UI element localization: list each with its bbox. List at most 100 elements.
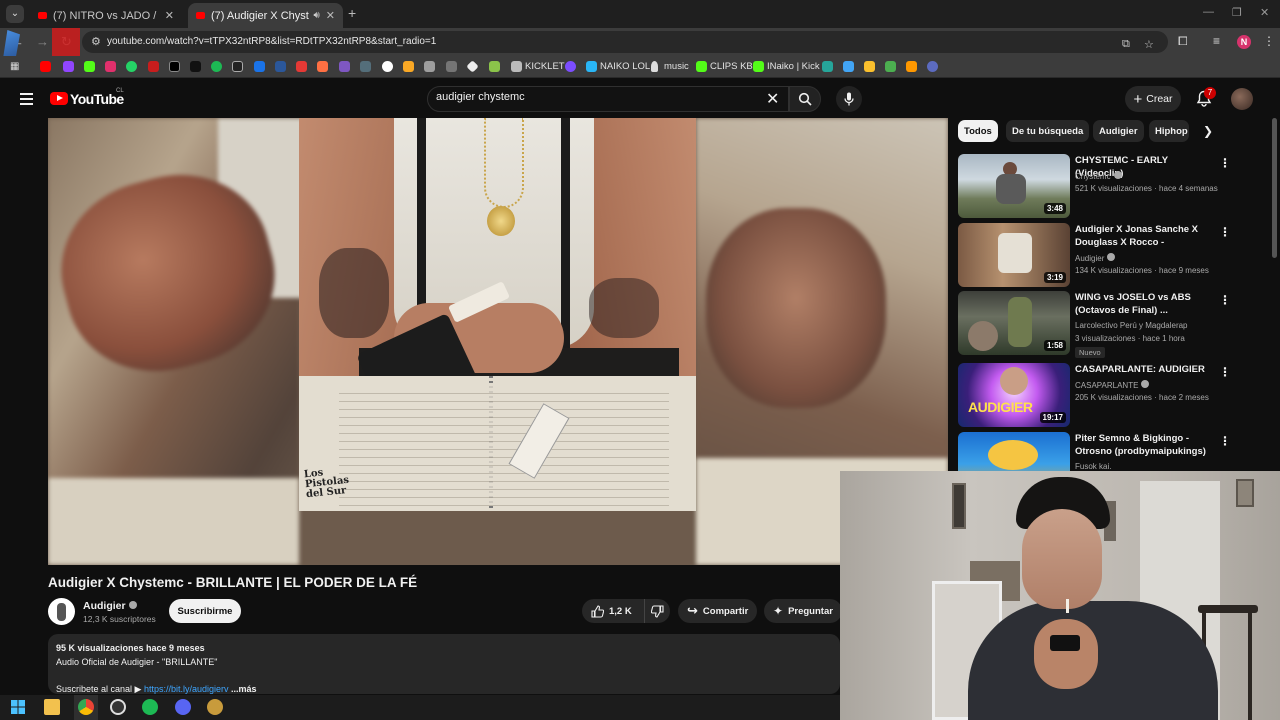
bookmark-icon[interactable] [296, 61, 307, 72]
forward-icon[interactable]: → [36, 34, 49, 49]
bookmark-icon[interactable] [466, 60, 479, 73]
video-player[interactable]: Los Pistolas del Sur [48, 118, 948, 565]
bookmark-icon[interactable] [906, 61, 917, 72]
address-bar[interactable]: ⚙ youtube.com/watch?v=tTPX32ntRP8&list=R… [82, 31, 1168, 53]
chip-todos[interactable]: Todos [958, 120, 998, 142]
bookmark-icon[interactable] [864, 61, 875, 72]
close-tab-icon[interactable]: ✕ [165, 9, 174, 22]
recommended-title[interactable]: WING vs JOSELO vs ABS (Octavos de Final)… [1075, 291, 1215, 317]
more-actions-icon[interactable]: ⋮ [1219, 225, 1231, 239]
whatsapp-bookmark-icon[interactable] [126, 61, 137, 72]
recommended-channel-name[interactable]: CASAPARLANTE [1075, 381, 1138, 390]
recommended-video[interactable]: 1:58 WING vs JOSELO vs ABS (Octavos de F… [958, 291, 1240, 358]
recommended-channel-name[interactable]: Audigier [1075, 254, 1104, 263]
video-thumbnail[interactable] [958, 432, 1070, 472]
video-thumbnail[interactable]: 1:58 [958, 291, 1070, 355]
audio-playing-icon[interactable]: 🔊︎ [313, 10, 319, 21]
bookmark-star-icon[interactable]: ☆ [1144, 38, 1154, 51]
close-tab-icon[interactable]: ✕ [326, 9, 335, 22]
minimize-icon[interactable]: — [1203, 6, 1214, 18]
video-description[interactable]: 95 K visualizaciones hace 9 meses Audio … [48, 634, 840, 694]
kick-icon[interactable] [753, 61, 764, 72]
recommended-video[interactable]: AUDIGIER 19:17 CASAPARLANTE: AUDIGIER CA… [958, 363, 1240, 427]
bookmark-icon[interactable] [317, 61, 328, 72]
bookmark-icon[interactable] [232, 61, 243, 72]
description-link[interactable]: https://bit.ly/audigierv [144, 684, 229, 694]
more-actions-icon[interactable]: ⋮ [1219, 365, 1231, 379]
chip-de-tu-busqueda[interactable]: De tu búsqueda [1006, 120, 1090, 142]
bookmark-icon[interactable] [843, 61, 854, 72]
discord-icon[interactable] [175, 699, 191, 715]
bookmark-icon[interactable] [927, 61, 938, 72]
more-actions-icon[interactable]: ⋮ [1219, 156, 1231, 170]
bookmark-icon[interactable] [446, 61, 457, 72]
recommended-channel[interactable]: Larcolectivo Perú y Magdalerap [1075, 321, 1188, 330]
recommended-title[interactable]: Audigier X Jonas Sanche X Douglass X Roc… [1075, 223, 1215, 250]
kick-bookmark-icon[interactable] [84, 61, 95, 72]
voice-search-button[interactable] [836, 86, 862, 112]
maximize-icon[interactable]: ❐ [1232, 6, 1242, 19]
dislike-button[interactable] [644, 599, 670, 623]
channel-avatar[interactable] [48, 598, 75, 625]
more-actions-icon[interactable]: ⋮ [1219, 434, 1231, 448]
extensions-icon[interactable]: ⧠ [1178, 34, 1188, 49]
video-thumbnail[interactable]: AUDIGIER 19:17 [958, 363, 1070, 427]
more-actions-icon[interactable]: ⋮ [1219, 293, 1231, 307]
spotify-icon[interactable] [142, 699, 158, 715]
bookmark-icon[interactable] [885, 61, 896, 72]
menu-hamburger-icon[interactable] [20, 93, 33, 108]
windows-start-icon[interactable] [11, 700, 25, 714]
video-thumbnail[interactable]: 3:48 [958, 154, 1070, 218]
clear-search-icon[interactable]: ✕ [766, 89, 779, 109]
ask-button[interactable]: ✦ Preguntar [764, 599, 842, 623]
bookmark-icon[interactable] [424, 61, 435, 72]
lol-icon[interactable] [586, 61, 597, 72]
address-url[interactable]: youtube.com/watch?v=tTPX32ntRP8&list=RDt… [107, 36, 436, 47]
x-bookmark-icon[interactable] [169, 61, 180, 72]
recommended-channel[interactable]: Fusok kai. [1075, 462, 1111, 471]
kick-icon[interactable] [696, 61, 707, 72]
tiktok-bookmark-icon[interactable] [190, 61, 201, 72]
bookmark-icon[interactable] [148, 61, 159, 72]
search-button[interactable] [789, 86, 821, 112]
bookmark-naiko-lol[interactable]: NAIKO LOL [600, 61, 650, 72]
recommended-channel-name[interactable]: Chystemc [1075, 172, 1111, 181]
youtube-logo-icon[interactable] [50, 92, 68, 105]
like-button[interactable]: 1,2 K [582, 599, 644, 623]
youtube-bookmark-icon[interactable] [40, 61, 51, 72]
recommended-video[interactable]: 3:48 CHYSTEMC - EARLY (Videoclip) Chyste… [958, 154, 1240, 218]
recommended-video[interactable]: 3:19 Audigier X Jonas Sanche X Douglass … [958, 223, 1240, 287]
install-app-icon[interactable]: ⧉ [1122, 38, 1130, 51]
tab-audigier-chystemc[interactable]: (7) Audigier X Chystemc - B 🔊︎ ✕ [188, 3, 343, 28]
apps-grid-icon[interactable]: ▦ [10, 61, 21, 72]
create-button[interactable]: + Crear [1125, 86, 1181, 112]
show-more-button[interactable]: ...más [231, 684, 257, 694]
kicklet-icon[interactable] [511, 61, 522, 72]
bookmark-clips-kb[interactable]: CLIPS KB [710, 61, 753, 72]
bookmark-icon[interactable] [489, 61, 500, 72]
subscribe-button[interactable]: Suscribirme [169, 599, 241, 623]
search-box[interactable] [427, 86, 789, 112]
obs-icon[interactable] [110, 699, 126, 715]
instagram-bookmark-icon[interactable] [105, 61, 116, 72]
site-info-icon[interactable]: ⚙ [91, 35, 101, 48]
bookmark-icon[interactable] [403, 61, 414, 72]
file-explorer-icon[interactable] [44, 699, 60, 715]
channel-name[interactable]: Audigier [83, 600, 137, 612]
bookmark-icon[interactable] [382, 61, 393, 72]
tab-search-button[interactable]: ⌄ [6, 5, 24, 23]
chrome-icon[interactable] [78, 699, 94, 715]
bookmark-icon[interactable] [360, 61, 371, 72]
share-button[interactable]: ↪ Compartir [678, 599, 758, 623]
bookmark-icon[interactable] [565, 61, 576, 72]
recommended-title[interactable]: CASAPARLANTE: AUDIGIER [1075, 363, 1215, 376]
bookmark-icon[interactable] [822, 61, 833, 72]
media-control-icon[interactable]: ≡ [1213, 34, 1220, 48]
search-input[interactable] [436, 91, 756, 103]
recommended-title[interactable]: Piter Semno & Bigkingo - Otrosno (prodby… [1075, 432, 1215, 458]
bookmark-kicklet[interactable]: KICKLET [525, 61, 565, 72]
chip-audigier[interactable]: Audigier [1093, 120, 1144, 142]
music-icon[interactable] [651, 61, 658, 72]
tab-nitro-vs-jado[interactable]: (7) NITRO vs JADO / Reyes de l ✕ [30, 3, 182, 28]
bookmark-icon[interactable] [254, 61, 265, 72]
